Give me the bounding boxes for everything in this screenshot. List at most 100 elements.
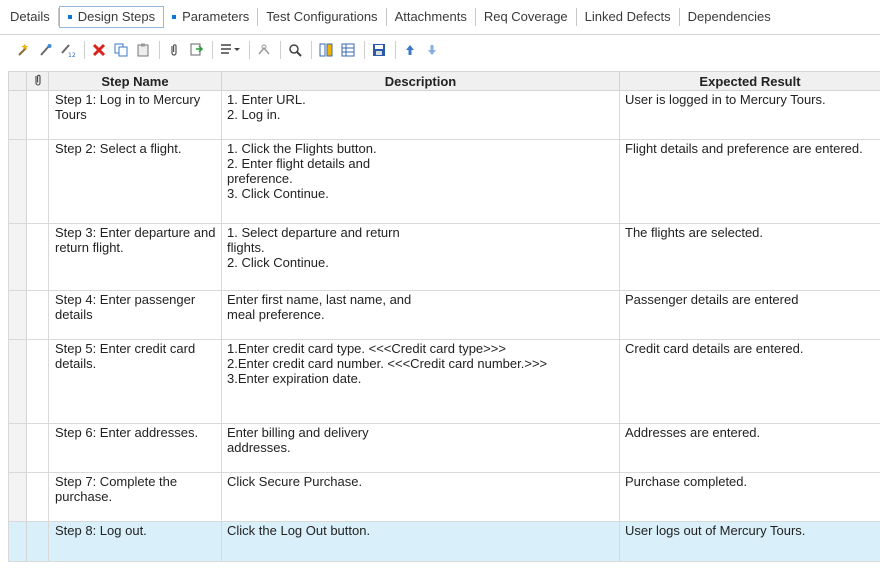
tab-label: Test Configurations xyxy=(266,9,378,24)
description-line: Enter first name, last name, and xyxy=(227,292,412,307)
row-selector[interactable] xyxy=(8,521,27,562)
step-name-column-header[interactable]: Step Name xyxy=(48,71,222,91)
description-cell[interactable]: 1. Enter URL. 2. Log in. xyxy=(221,90,620,140)
tab-req-coverage[interactable]: Req Coverage xyxy=(476,8,577,26)
table-row[interactable]: Step 1: Log in to Mercury Tours 1. Enter … xyxy=(8,90,880,140)
edit-step-icon[interactable] xyxy=(36,40,56,60)
description-line: Enter billing and delivery xyxy=(227,425,369,440)
description-line: preference. xyxy=(227,171,293,186)
row-selector[interactable] xyxy=(8,90,27,140)
move-up-icon[interactable] xyxy=(400,40,420,60)
call-test-icon[interactable] xyxy=(186,40,206,60)
row-selector[interactable] xyxy=(8,139,27,224)
description-line: 1. Click the Flights button. xyxy=(227,141,377,156)
description-line: addresses. xyxy=(227,440,291,455)
step-name-cell[interactable]: Step 6: Enter addresses. xyxy=(48,423,222,473)
tab-dependencies[interactable]: Dependencies xyxy=(680,8,779,26)
design-steps-toolbar: 123 xyxy=(0,37,880,63)
expected-result-cell[interactable]: User is logged in to Mercury Tours. xyxy=(619,90,880,140)
attachment-column-header[interactable] xyxy=(26,71,49,91)
tab-divider xyxy=(0,34,880,35)
attachment-cell[interactable] xyxy=(26,423,49,473)
svg-text:123: 123 xyxy=(68,52,76,58)
copy-icon[interactable] xyxy=(111,40,131,60)
step-name-cell[interactable]: Step 4: Enter passenger details xyxy=(48,290,222,340)
grid-filter-icon[interactable] xyxy=(338,40,358,60)
description-line: 3. Click Continue. xyxy=(227,186,329,201)
row-selector[interactable] xyxy=(8,472,27,522)
step-name-cell[interactable]: Step 2: Select a flight. xyxy=(48,139,222,224)
attachment-cell[interactable] xyxy=(26,223,49,291)
attachment-cell[interactable] xyxy=(26,90,49,140)
toolbar-separator xyxy=(364,41,365,59)
step-name-cell[interactable]: Step 1: Log in to Mercury Tours xyxy=(48,90,222,140)
tab-details[interactable]: Details xyxy=(0,8,59,26)
save-icon[interactable] xyxy=(369,40,389,60)
expected-result-cell[interactable]: Purchase completed. xyxy=(619,472,880,522)
attachment-cell[interactable] xyxy=(26,521,49,562)
insert-parameter-icon[interactable] xyxy=(217,40,243,60)
tab-parameters[interactable]: Parameters xyxy=(164,8,259,26)
row-selector[interactable] xyxy=(8,223,27,291)
tab-design-steps[interactable]: Design Steps xyxy=(58,6,165,28)
expected-result-cell[interactable]: Addresses are entered. xyxy=(619,423,880,473)
toolbar-separator xyxy=(311,41,312,59)
attachment-cell[interactable] xyxy=(26,339,49,424)
step-name-cell[interactable]: Step 8: Log out. xyxy=(48,521,222,562)
row-selector[interactable] xyxy=(8,339,27,424)
table-row[interactable]: Step 7: Complete the purchase. Click Secu… xyxy=(8,472,880,522)
description-cell[interactable]: Click the Log Out button. xyxy=(221,521,620,562)
new-step-icon[interactable] xyxy=(14,40,34,60)
description-cell[interactable]: Enter billing and delivery addresses. xyxy=(221,423,620,473)
tab-test-configurations[interactable]: Test Configurations xyxy=(258,8,387,26)
row-selector[interactable] xyxy=(8,423,27,473)
table-row[interactable]: Step 2: Select a flight. 1. Click the Fli… xyxy=(8,139,880,224)
description-line: meal preference. xyxy=(227,307,325,322)
table-row[interactable]: Step 8: Log out. Click the Log Out button… xyxy=(8,521,880,562)
table-row[interactable]: Step 3: Enter departure and return fligh… xyxy=(8,223,880,291)
description-cell[interactable]: 1. Click the Flights button. 2. Enter fli… xyxy=(221,139,620,224)
description-column-header[interactable]: Description xyxy=(221,71,620,91)
search-icon[interactable] xyxy=(285,40,305,60)
expected-result-cell[interactable]: Passenger details are entered xyxy=(619,290,880,340)
toolbar-separator xyxy=(84,41,85,59)
attachment-cell[interactable] xyxy=(26,290,49,340)
tab-attachments[interactable]: Attachments xyxy=(387,8,476,26)
move-down-icon[interactable] xyxy=(422,40,442,60)
description-cell[interactable]: 1.Enter credit card type. <<<Credit card… xyxy=(221,339,620,424)
expected-result-column-header[interactable]: Expected Result xyxy=(619,71,880,91)
step-name-cell[interactable]: Step 3: Enter departure and return fligh… xyxy=(48,223,222,291)
toolbar-separator xyxy=(159,41,160,59)
description-cell[interactable]: 1. Select departure and return flights. 2.… xyxy=(221,223,620,291)
paste-icon[interactable] xyxy=(133,40,153,60)
description-cell[interactable]: Enter first name, last name, and meal pre… xyxy=(221,290,620,340)
description-line: 2. Enter flight details and xyxy=(227,156,371,171)
attachment-icon xyxy=(34,74,41,86)
description-line: 2. Click Continue. xyxy=(227,255,329,270)
table-row[interactable]: Step 4: Enter passenger details Enter fir… xyxy=(8,290,880,340)
row-selector-header xyxy=(8,71,27,91)
toolbar-separator xyxy=(212,41,213,59)
description-line: 2.Enter credit card number. <<<Credit ca… xyxy=(227,356,548,371)
renumber-steps-icon[interactable]: 123 xyxy=(58,40,78,60)
table-row[interactable]: Step 5: Enter credit card details. 1.Ente… xyxy=(8,339,880,424)
grid-header-row: Step Name Description Expected Result xyxy=(8,71,880,91)
expected-result-cell[interactable]: The flights are selected. xyxy=(619,223,880,291)
select-columns-icon[interactable] xyxy=(316,40,336,60)
attachment-cell[interactable] xyxy=(26,472,49,522)
expected-result-cell[interactable]: Flight details and preference are entere… xyxy=(619,139,880,224)
attachment-icon[interactable] xyxy=(164,40,184,60)
expected-result-cell[interactable]: User logs out of Mercury Tours. xyxy=(619,521,880,562)
delete-icon[interactable] xyxy=(89,40,109,60)
attachment-cell[interactable] xyxy=(26,139,49,224)
table-row[interactable]: Step 6: Enter addresses. Enter billing an… xyxy=(8,423,880,473)
description-cell[interactable]: Click Secure Purchase. xyxy=(221,472,620,522)
description-line: Click the Log Out button. xyxy=(227,523,371,538)
step-name-cell[interactable]: Step 7: Complete the purchase. xyxy=(48,472,222,522)
tab-linked-defects[interactable]: Linked Defects xyxy=(577,8,680,26)
expected-result-cell[interactable]: Credit card details are entered. xyxy=(619,339,880,424)
find-icon[interactable] xyxy=(254,40,274,60)
row-selector[interactable] xyxy=(8,290,27,340)
step-name-cell[interactable]: Step 5: Enter credit card details. xyxy=(48,339,222,424)
tab-label: Parameters xyxy=(182,9,250,24)
